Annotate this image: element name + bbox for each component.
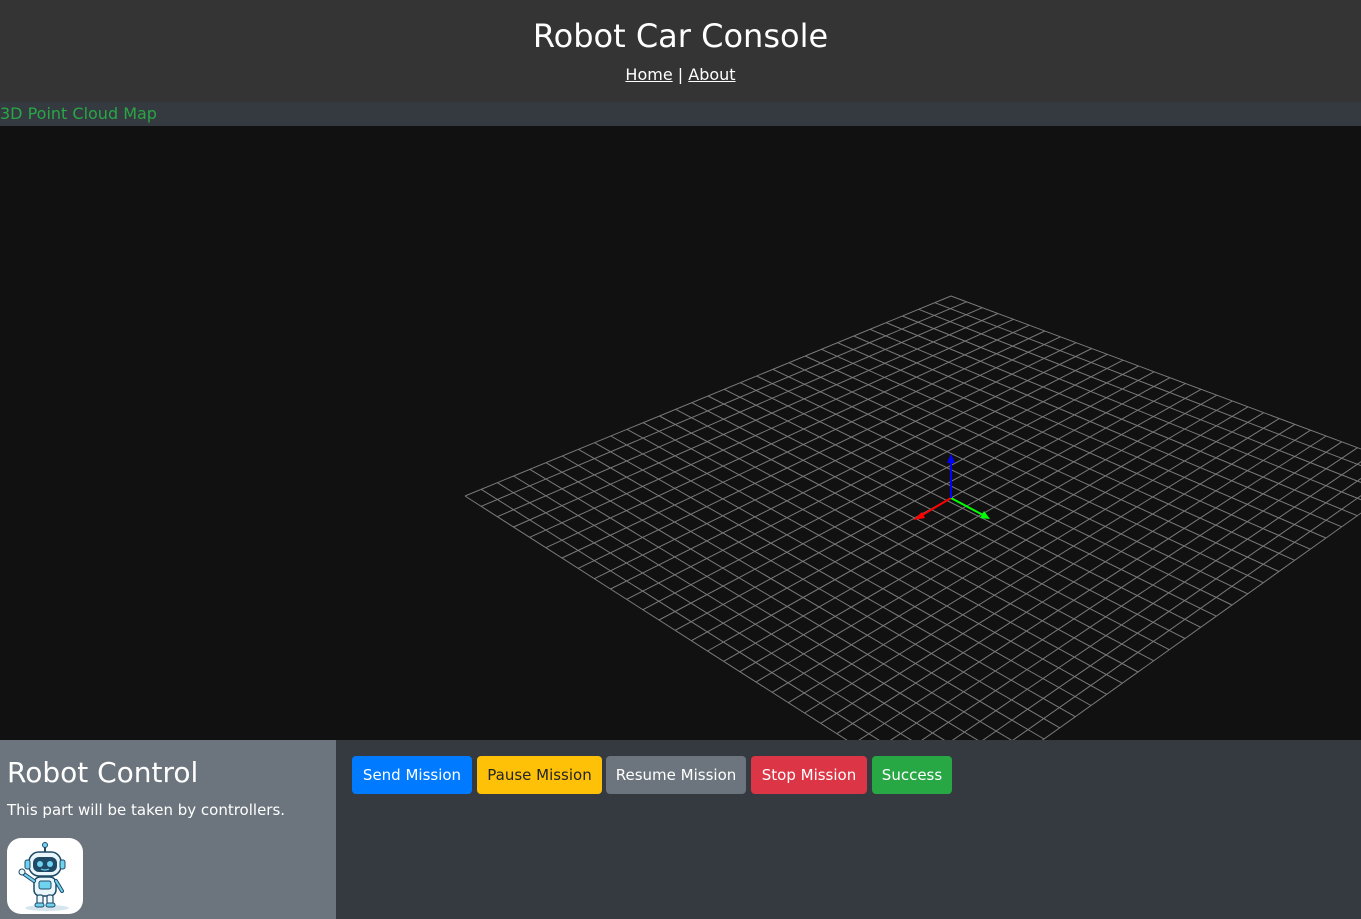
robot-control-panel: Robot Control This part will be taken by… — [0, 740, 336, 919]
point-cloud-canvas[interactable] — [0, 126, 1361, 740]
top-nav: Home | About — [0, 64, 1361, 86]
app-header: Robot Car Console Home | About — [0, 0, 1361, 102]
map-title: 3D Point Cloud Map — [0, 104, 157, 123]
grid-line — [755, 400, 1233, 683]
robot-mascot-icon — [7, 838, 83, 914]
grid-line — [594, 442, 1076, 718]
grid-line — [723, 388, 1202, 662]
grid-line — [675, 408, 1154, 662]
map-label-bar: 3D Point Cloud Map — [0, 102, 1361, 126]
grid-line — [1012, 495, 1361, 740]
grid-line — [951, 461, 1361, 740]
point-cloud-viewport[interactable] — [0, 126, 1361, 740]
axis-x-line — [918, 497, 952, 518]
grid-line — [950, 295, 1361, 450]
grid-line — [739, 394, 1218, 673]
grid-line — [561, 455, 1045, 740]
nav-separator: | — [677, 65, 684, 84]
mission-controls: Send Mission Pause Mission Resume Missio… — [336, 740, 1361, 919]
success-button[interactable]: Success — [872, 756, 952, 794]
axes-helper — [913, 454, 990, 520]
page-title: Robot Car Console — [532, 17, 829, 55]
robot-mascot-graphic — [18, 842, 69, 911]
control-description: This part will be taken by controllers. — [7, 801, 286, 819]
grid-line — [921, 447, 1358, 740]
stop-mission-button[interactable]: Stop Mission — [751, 756, 867, 794]
ground-grid — [464, 295, 1361, 740]
nav-home-link[interactable]: Home — [625, 65, 672, 84]
resume-mission-button[interactable]: Resume Mission — [606, 756, 746, 794]
nav-about-link[interactable]: About — [688, 65, 735, 84]
grid-line — [691, 402, 1170, 651]
control-title: Robot Control — [7, 756, 199, 789]
grid-line — [545, 462, 1013, 740]
grid-line — [513, 475, 945, 740]
grid-line — [836, 429, 1311, 735]
grid-line — [578, 448, 1060, 729]
grid-line — [529, 468, 979, 740]
grid-line — [659, 415, 1139, 673]
pause-mission-button[interactable]: Pause Mission — [477, 756, 602, 794]
send-mission-button[interactable]: Send Mission — [352, 756, 472, 794]
